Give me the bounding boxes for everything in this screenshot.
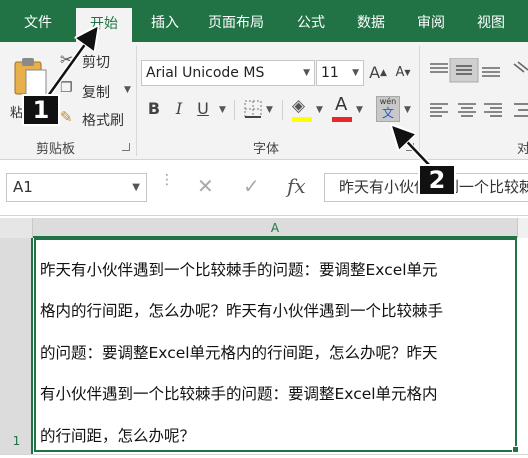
cancel-icon[interactable]: ✕ [197,174,214,198]
cut-button[interactable]: ✂ 剪切 [58,50,138,71]
cut-label: 剪切 [82,55,110,71]
format-painter-label: 格式刷 [82,113,124,129]
copy-button[interactable]: ❐ 复制 ▼ [58,80,138,101]
cell-text-line: 的行间距，怎么办呢？ [40,426,196,445]
caret-down-icon: ▼ [404,68,411,77]
ribbon-home: 粘 ✂ 剪切 ❐ 复制 ▼ ✎ 格式刷 剪贴板 Arial Unicode MS… [0,42,528,160]
clipboard-launcher-icon[interactable] [122,143,130,151]
separator [234,100,235,120]
tab-data[interactable]: 数据 [346,0,396,42]
tab-page-layout[interactable]: 页面布局 [200,0,272,42]
cell-text-line: 格内的行间距，怎么办呢？昨天有小伙伴遇到一个比较棘手 [40,302,444,321]
caret-up-icon: ▲ [380,68,387,78]
tab-file[interactable]: 文件 [8,0,68,42]
name-box-value: A1 [13,178,33,196]
chevron-down-icon: ▼ [404,105,411,115]
clipboard-group-label: 剪贴板 [36,142,76,157]
copy-icon: ❐ [60,80,73,96]
tab-insert[interactable]: 插入 [140,0,190,42]
bold-button[interactable]: B [143,98,165,120]
font-group-label: 字体 [253,142,280,157]
alignment-group-label: 对 [517,142,528,157]
cell-text-line: 有小伙伴遇到一个比较棘手的问题：要调整Excel单元格内 [40,385,438,404]
font-color-icon: A [335,94,348,115]
drag-handle-icon[interactable]: ⋮ [160,173,174,187]
increase-font-size-button[interactable]: A▲ [367,62,389,84]
format-painter-button[interactable]: ✎ 格式刷 [58,108,138,129]
phonetic-char: 文 [381,106,394,120]
chevron-down-icon: ▼ [132,182,140,193]
font-color-bar [332,117,352,122]
separator [282,100,283,120]
row-2-edge [0,454,528,458]
chevron-down-icon: ▼ [316,105,323,115]
underline-button[interactable]: U [192,98,214,120]
name-box[interactable]: A1 ▼ [6,173,147,202]
enter-icon[interactable]: ✓ [243,174,260,198]
borders-button[interactable]: ▼ [244,100,276,120]
callout-badge-2: 2 [418,164,456,196]
column-header-row: A [0,218,528,238]
select-all-corner[interactable] [0,218,33,238]
cell-text-line: 的问题：要调整Excel单元格内的行间距，怎么办呢？昨天 [40,343,438,362]
font-name-select[interactable]: Arial Unicode MS ▼ [141,60,315,86]
tab-view[interactable]: 视图 [466,0,516,42]
phonetic-icon: wén 文 [376,96,400,122]
font-name-value: Arial Unicode MS [146,65,265,81]
tab-formulas[interactable]: 公式 [284,0,338,42]
column-header-a[interactable]: A [33,218,517,238]
scissors-icon: ✂ [60,50,74,69]
group-divider [136,46,137,156]
group-divider [419,46,420,156]
cell-a1[interactable]: 昨天有小伙伴遇到一个比较棘手的问题：要调整Excel单元 格内的行间距，怎么办呢… [34,238,517,452]
ribbon-tab-bar: 文件 开始 插入 页面布局 公式 数据 审阅 视图 [0,0,528,42]
italic-button[interactable]: I [168,98,190,120]
fill-color-bar [292,117,312,122]
copy-label: 复制 [82,85,110,101]
fill-color-button[interactable]: ◈ ▼ [292,96,326,124]
decrease-font-size-button[interactable]: A▼ [392,62,414,84]
fill-handle[interactable] [512,446,519,453]
paste-icon [14,58,47,97]
chevron-down-icon: ▼ [124,85,131,95]
chevron-down-icon: ▼ [266,105,273,115]
chevron-down-icon: ▼ [303,68,310,78]
cell-text-line: 昨天有小伙伴遇到一个比较棘手的问题：要调整Excel单元 [40,261,438,279]
font-size-select[interactable]: 11 ▼ [316,60,364,86]
chevron-down-icon: ▼ [356,105,363,115]
chevron-down-icon[interactable]: ▼ [219,105,226,115]
alignment-buttons[interactable] [424,58,528,138]
row-header-1[interactable]: 1 [0,238,33,454]
tab-review[interactable]: 审阅 [406,0,456,42]
insert-function-icon[interactable]: fx [287,174,306,198]
phonetic-guide-button[interactable]: wén 文 ▼ [376,96,416,126]
font-color-button[interactable]: A ▼ [332,94,366,124]
grow-font-icon: A [369,63,381,82]
row-number: 1 [12,434,21,448]
chevron-down-icon: ▼ [352,68,359,78]
font-launcher-icon[interactable] [406,143,414,151]
format-painter-icon: ✎ [60,108,73,126]
paint-bucket-icon: ◈ [292,96,306,116]
callout-badge-1: 1 [22,94,60,126]
border-icon [244,100,262,118]
column-header-next[interactable] [517,218,528,238]
tab-home[interactable]: 开始 [76,8,132,42]
font-size-value: 11 [321,65,339,81]
